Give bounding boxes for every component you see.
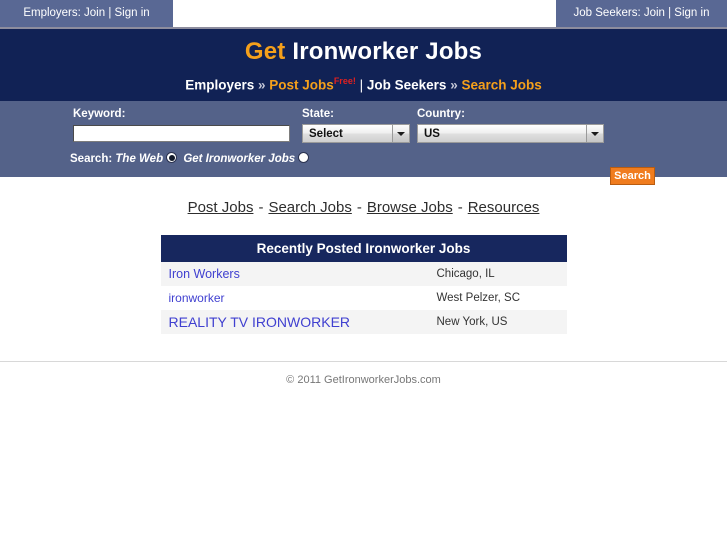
table-row[interactable]: ironworker West Pelzer, SC <box>160 286 567 310</box>
nav-separator-1: - <box>258 199 264 216</box>
subnav-divider: | <box>359 77 364 93</box>
search-panel: Keyword: State: Select Country: US Searc… <box>0 101 727 177</box>
job-title-cell[interactable]: Iron Workers <box>161 262 437 286</box>
state-label: State: <box>302 108 334 120</box>
employers-account-tab[interactable]: Employers: Join | Sign in <box>0 0 173 27</box>
job-location-cell: New York, US <box>436 316 508 328</box>
recent-jobs-heading: Recently Posted Ironworker Jobs <box>160 235 567 262</box>
chevron-down-icon-country[interactable] <box>586 125 603 142</box>
jobseekers-account-tab[interactable]: Job Seekers: Join | Sign in <box>556 0 727 27</box>
country-label: Country: <box>417 108 465 120</box>
subnav-jobseekers-label: Job Seekers <box>366 77 447 93</box>
search-keyword-input[interactable] <box>73 125 290 142</box>
employers-account-label[interactable]: Employers: Join | Sign in <box>23 7 149 19</box>
scope-web-label: The Web <box>115 153 164 165</box>
nav-separator-2: - <box>356 199 362 216</box>
job-title-cell[interactable]: REALITY TV IRONWORKER <box>161 310 437 334</box>
free-badge: Free! <box>333 76 356 86</box>
keyword-label: Keyword: <box>73 108 126 120</box>
site-masthead: Get Ironworker Jobs Employers » Post Job… <box>0 27 727 101</box>
nav-browse-jobs[interactable]: Browse Jobs <box>367 199 453 216</box>
search-button[interactable]: Search <box>610 167 655 185</box>
table-row[interactable]: REALITY TV IRONWORKER New York, US <box>160 310 567 334</box>
country-select[interactable]: US <box>417 124 604 143</box>
site-logo[interactable]: Get Ironworker Jobs <box>0 38 727 66</box>
logo-word-get: Get <box>244 38 286 65</box>
recent-jobs-panel: Recently Posted Ironworker Jobs Iron Wor… <box>160 235 567 334</box>
scope-web-radio[interactable] <box>166 152 178 163</box>
jobseekers-account-label[interactable]: Job Seekers: Join | Sign in <box>574 7 710 19</box>
logo-word-rest: Ironworker Jobs <box>292 38 483 65</box>
copyright-text: © 2011 GetIronworkerJobs.com <box>286 374 441 386</box>
job-title-link[interactable]: REALITY TV IRONWORKER <box>169 314 351 330</box>
job-location-cell: West Pelzer, SC <box>436 292 521 304</box>
top-account-bar: Employers: Join | Sign in Job Seekers: J… <box>0 0 727 27</box>
table-row[interactable]: Iron Workers Chicago, IL <box>160 262 567 286</box>
masthead-subnav: Employers » Post JobsFree! | Job Seekers… <box>0 72 727 95</box>
job-title-link[interactable]: ironworker <box>169 291 225 305</box>
job-location-cell: Chicago, IL <box>436 268 495 280</box>
scope-site-radio[interactable] <box>298 152 310 163</box>
nav-separator-3: - <box>457 199 463 216</box>
footer: © 2011 GetIronworkerJobs.com <box>0 362 727 386</box>
search-scope-label: Search: <box>70 153 113 165</box>
state-select-value: Select <box>309 127 343 140</box>
recent-jobs-table: Iron Workers Chicago, IL ironworker West… <box>160 262 567 334</box>
state-select[interactable]: Select <box>302 124 410 143</box>
subnav-search-jobs-link[interactable]: Search Jobs <box>461 78 541 93</box>
chevron-down-icon-state[interactable] <box>392 125 409 142</box>
subnav-post-jobs-link[interactable]: Post Jobs <box>269 78 334 93</box>
job-title-link[interactable]: Iron Workers <box>169 267 240 281</box>
nav-resources[interactable]: Resources <box>468 199 540 216</box>
search-scope-row: Search: The Web Get Ironworker Jobs <box>70 152 312 165</box>
country-select-value: US <box>424 127 440 140</box>
subnav-employers-label: Employers <box>185 77 255 93</box>
scope-site-label: Get Ironworker Jobs <box>183 153 296 165</box>
chevron-right-icon-2: » <box>450 77 458 93</box>
nav-search-jobs[interactable]: Search Jobs <box>268 199 351 216</box>
nav-post-jobs[interactable]: Post Jobs <box>188 199 254 216</box>
job-title-cell[interactable]: ironworker <box>161 286 437 310</box>
chevron-right-icon-1: » <box>258 77 266 93</box>
